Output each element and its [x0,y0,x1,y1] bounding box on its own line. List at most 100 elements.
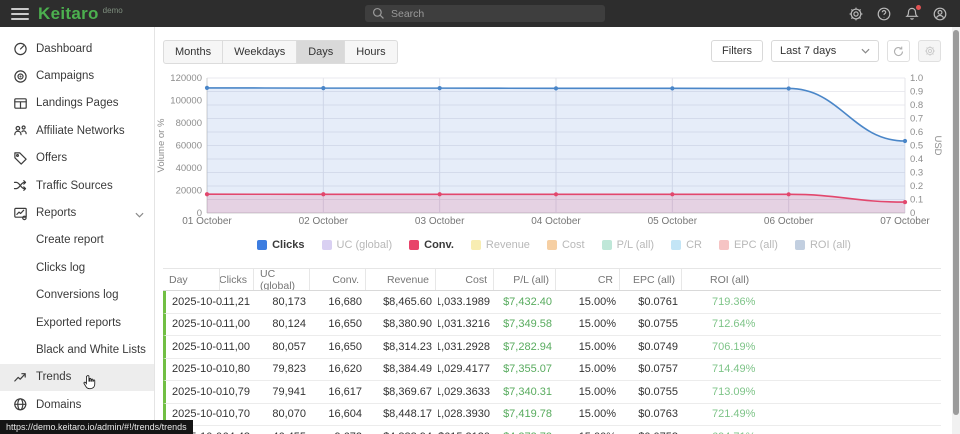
table-row[interactable]: 2025-10-04110,8079,82316,620$8,384.49$1,… [163,359,941,382]
svg-text:0.7: 0.7 [910,114,923,125]
scrollbar-thumb[interactable] [953,30,959,415]
legend-swatch [409,240,419,250]
sidebar-item-campaigns[interactable]: Campaigns [0,62,154,89]
svg-text:05 October: 05 October [648,216,698,227]
date-range-select[interactable]: Last 7 days [771,40,879,62]
sidebar-item-exported-reports[interactable]: Exported reports [0,309,154,336]
svg-text:0.6: 0.6 [910,127,923,138]
sidebar-item-domains[interactable]: Domains [0,391,154,418]
legend-item-clicks[interactable]: Clicks [257,239,304,251]
svg-text:0.2: 0.2 [910,181,923,192]
trends-table: DayClicksUC (global)Conv.RevenueCostP/L … [163,268,941,434]
svg-text:0.8: 0.8 [910,100,923,111]
table-cell: $7,340.31 [496,381,558,403]
column-header-conv-[interactable]: Conv. [309,269,365,290]
sidebar-item-clicks-log[interactable]: Clicks log [0,254,154,281]
legend-item-p-l-all-[interactable]: P/L (all) [602,239,655,251]
search-input[interactable] [391,8,598,20]
table-cell: 111,00 [222,314,256,336]
notifications-icon[interactable] [904,6,920,22]
table-cell: 714.49% [684,359,941,381]
table-cell: $0.0761 [622,291,684,313]
svg-text:40000: 40000 [176,163,202,174]
table-cell: 110,79 [222,381,256,403]
column-header-cost[interactable]: Cost [435,269,493,290]
page-scrollbar[interactable] [952,27,960,434]
sidebar-item-create-report[interactable]: Create report [0,227,154,254]
sidebar-item-dashboard[interactable]: Dashboard [0,35,154,62]
sidebar-item-conversions-log[interactable]: Conversions log [0,282,154,309]
table-row[interactable]: 2025-10-01111,2180,17316,680$8,465.60$1,… [163,291,941,314]
sidebar-item-affiliate-networks[interactable]: Affiliate Networks [0,117,154,144]
tab-hours[interactable]: Hours [345,41,396,63]
legend-swatch [322,240,332,250]
table-cell: 64,48 [222,426,256,434]
legend-item-conv-[interactable]: Conv. [409,239,454,251]
legend-item-cr[interactable]: CR [671,239,702,251]
legend-item-epc-all-[interactable]: EPC (all) [719,239,778,251]
chart-settings-button[interactable] [918,40,941,62]
legend-swatch [257,240,267,250]
legend-item-roi-all-[interactable]: ROI (all) [795,239,851,251]
sidebar-item-trends[interactable]: Trends [0,364,154,391]
table-cell: 694.71% [684,426,941,434]
column-header-p-l-all-[interactable]: P/L (all) [493,269,555,290]
sidebar-item-label: Create report [36,234,104,246]
legend-item-revenue[interactable]: Revenue [471,239,530,251]
tab-days[interactable]: Days [297,41,345,63]
table-row[interactable]: 2025-10-06110,7080,07016,604$8,448.17$1,… [163,404,941,427]
svg-text:03 October: 03 October [415,216,465,227]
search-box[interactable] [365,5,605,22]
landings-icon [13,96,28,111]
domains-icon [13,397,28,412]
legend-item-uc-global-[interactable]: UC (global) [322,239,393,251]
table-cell: $0.0758 [622,426,684,434]
table-row[interactable]: 2025-10-03111,0080,05716,650$8,314.23$1,… [163,336,941,359]
svg-text:07 October: 07 October [880,216,930,227]
help-icon[interactable] [876,6,892,22]
svg-text:0.5: 0.5 [910,141,923,152]
legend-item-cost[interactable]: Cost [547,239,585,251]
table-row[interactable]: 2025-10-05110,7979,94116,617$8,369.67$1,… [163,381,941,404]
sidebar-item-black-and-white-lists[interactable]: Black and White Lists [0,336,154,363]
legend-label: Cost [562,239,585,251]
column-header-clicks[interactable]: Clicks [219,269,253,290]
menu-icon[interactable] [11,8,29,20]
filters-button[interactable]: Filters [711,40,763,62]
campaigns-icon [13,69,28,84]
svg-text:01 October: 01 October [182,216,232,227]
table-cell: $7,432.40 [496,291,558,313]
notification-badge [916,5,921,10]
refresh-button[interactable] [887,40,910,62]
period-tabs: MonthsWeekdaysDaysHours [163,40,398,64]
sidebar-item-landings-pages[interactable]: Landings Pages [0,90,154,117]
brand-logo[interactable]: Keitaro [38,4,99,24]
sidebar-item-offers[interactable]: Offers [0,145,154,172]
sidebar-item-reports[interactable]: Reports [0,199,154,226]
tab-months[interactable]: Months [164,41,223,63]
column-header-cr[interactable]: CR [555,269,619,290]
search-icon [372,7,385,20]
column-header-revenue[interactable]: Revenue [365,269,435,290]
table-row[interactable]: 2025-10-02111,0080,12416,650$8,380.90$1,… [163,314,941,337]
legend-label: Revenue [486,239,530,251]
account-icon[interactable] [932,6,948,22]
table-cell: $8,465.60 [368,291,438,313]
table-cell: 713.09% [684,381,941,403]
legend-label: P/L (all) [617,239,655,251]
table-row[interactable]: 2025-10-0764,4846,4559,672$4,888.94$615.… [163,426,941,434]
column-header-day[interactable]: Day [163,269,219,290]
column-header-epc-all-[interactable]: EPC (all) [619,269,681,290]
sidebar-item-label: Black and White Lists [36,344,146,356]
tab-weekdays[interactable]: Weekdays [223,41,297,63]
table-cell: 2025-10-05 [166,381,222,403]
offers-icon [13,151,28,166]
table-cell: 2025-10-04 [166,359,222,381]
table-cell: $7,355.07 [496,359,558,381]
sidebar-item-traffic-sources[interactable]: Traffic Sources [0,172,154,199]
column-header-uc-global-[interactable]: UC (global) [253,269,309,290]
column-header-roi-all-[interactable]: ROI (all) [681,269,941,290]
settings-icon[interactable] [848,6,864,22]
trends-chart: 00.10.20.30.40.50.60.70.80.91.0020000400… [156,70,952,236]
table-cell: 15.00% [558,336,622,358]
